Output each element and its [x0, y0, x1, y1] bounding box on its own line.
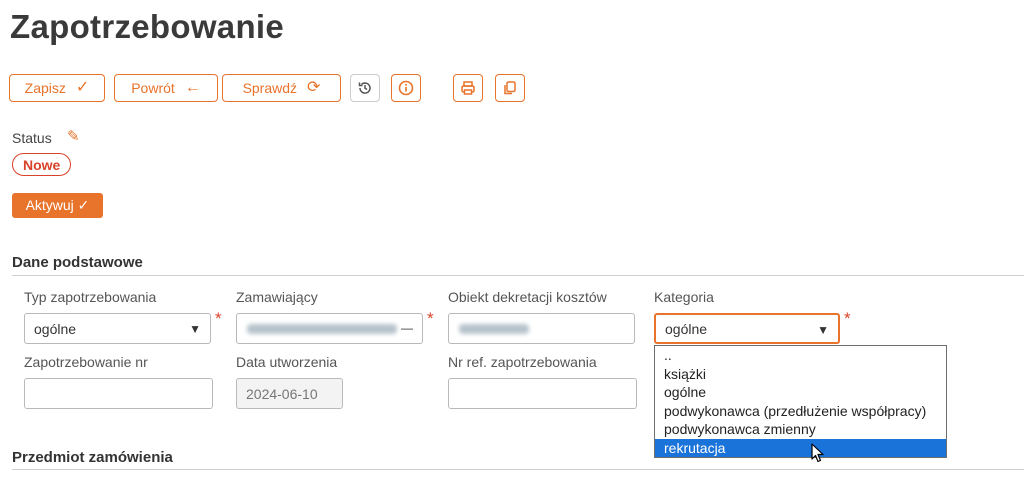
- check-button-label: Sprawdź: [242, 80, 298, 96]
- required-marker: *: [844, 309, 851, 328]
- required-marker: *: [215, 309, 222, 328]
- created-date-label: Data utworzenia: [236, 354, 338, 370]
- chevron-down-icon: ▼: [817, 323, 829, 337]
- history-button[interactable]: [350, 74, 380, 102]
- number-label: Zapotrzebowanie nr: [24, 354, 148, 370]
- check-button[interactable]: Sprawdź ⟳: [222, 74, 341, 102]
- category-option[interactable]: ogólne: [655, 383, 946, 402]
- category-option[interactable]: podwykonawca (przedłużenie współpracy): [655, 402, 946, 421]
- print-icon: [461, 81, 475, 95]
- dash-icon: —: [401, 321, 413, 335]
- mouse-cursor-icon: [811, 443, 824, 463]
- print-button[interactable]: [453, 74, 483, 102]
- status-label: Status: [12, 130, 52, 146]
- save-button-label: Zapisz: [24, 80, 66, 96]
- blurred-value: [459, 324, 529, 334]
- arrow-left-icon: ←: [184, 79, 201, 96]
- type-label: Typ zapotrzebowania: [24, 289, 157, 305]
- created-date-field: 2024-06-10: [236, 378, 343, 409]
- category-select-value: ogólne: [665, 320, 708, 337]
- back-button[interactable]: Powrót ←: [114, 74, 218, 102]
- category-select[interactable]: ogólne ▼: [654, 313, 840, 344]
- type-select[interactable]: ogólne ▼: [24, 313, 211, 344]
- refresh-icon: ⟳: [307, 79, 321, 96]
- required-marker: *: [427, 309, 434, 328]
- ref-number-label: Nr ref. zapotrzebowania: [448, 354, 597, 370]
- category-option[interactable]: książki: [655, 365, 946, 384]
- chevron-down-icon: ▼: [189, 322, 201, 336]
- category-label: Kategoria: [654, 289, 714, 305]
- copy-button[interactable]: [495, 74, 525, 102]
- orderer-select[interactable]: —: [236, 313, 423, 344]
- number-input[interactable]: [24, 378, 213, 409]
- orderer-label: Zamawiający: [236, 289, 318, 305]
- category-option[interactable]: ..: [655, 346, 946, 365]
- save-button[interactable]: Zapisz ✓: [9, 74, 105, 102]
- blurred-value: [247, 324, 397, 334]
- status-badge: Nowe: [12, 153, 72, 176]
- section-items-title: Przedmiot zamówienia: [12, 449, 173, 466]
- back-button-label: Powrót: [131, 80, 175, 96]
- section-basic-title: Dane podstawowe: [12, 254, 143, 271]
- activate-button[interactable]: Aktywuj ✓: [12, 193, 103, 218]
- copy-icon: [504, 81, 516, 95]
- check-icon: ✓: [75, 79, 90, 96]
- created-date-value: 2024-06-10: [246, 385, 318, 402]
- category-option[interactable]: podwykonawca zmienny: [655, 420, 946, 439]
- info-icon: [398, 80, 414, 96]
- type-select-value: ogólne: [34, 320, 77, 337]
- cost-object-input[interactable]: [448, 313, 635, 344]
- divider: [12, 469, 1024, 470]
- info-button[interactable]: [391, 74, 421, 102]
- ref-number-input[interactable]: [448, 378, 637, 409]
- page-title: Zapotrzebowanie: [10, 8, 285, 45]
- edit-icon[interactable]: ✎: [67, 127, 80, 145]
- category-dropdown-list: .. książki ogólne podwykonawca (przedłuż…: [654, 345, 947, 458]
- divider: [12, 275, 1024, 276]
- category-option-highlighted[interactable]: rekrutacja: [655, 438, 946, 457]
- cost-object-label: Obiekt dekretacji kosztów: [448, 289, 607, 305]
- history-icon: [358, 82, 371, 94]
